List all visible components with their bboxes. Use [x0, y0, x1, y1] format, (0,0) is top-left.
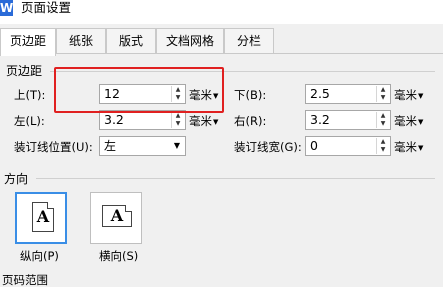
spin-down-icon[interactable]: ▼ [377, 94, 389, 102]
landscape-page-icon: A [102, 205, 132, 227]
gutter-width-spinner[interactable]: 0 ▲ ▼ [305, 136, 391, 156]
portrait-page-glyph: A [36, 207, 50, 226]
bottom-margin-spinner[interactable]: 2.5 ▲ ▼ [305, 84, 391, 104]
tab-columns[interactable]: 分栏 [224, 28, 274, 53]
spin-up-icon[interactable]: ▲ [377, 86, 389, 94]
unit-caret-icon: ▼ [213, 117, 219, 126]
gutter-width-value[interactable]: 0 [310, 137, 318, 155]
gutter-width-arrows: ▲ ▼ [376, 138, 389, 154]
title-bar: W 页面设置 [0, 0, 443, 24]
right-margin-spinner[interactable]: 3.2 ▲ ▼ [305, 110, 391, 130]
spin-down-icon[interactable]: ▼ [172, 120, 184, 128]
right-margin-label: 右(R): [234, 114, 267, 128]
bottom-margin-label: 下(B): [234, 88, 267, 102]
spin-up-icon[interactable]: ▲ [172, 112, 184, 120]
tab-document-grid[interactable]: 文档网格 [156, 28, 224, 53]
highlight-annotation [54, 67, 224, 113]
tab-margins[interactable]: 页边距 [0, 28, 56, 56]
unit-caret-icon: ▼ [418, 117, 424, 126]
gutter-position-label: 装订线位置(U): [14, 140, 93, 154]
landscape-label: 横向(S) [99, 249, 139, 263]
left-margin-spinner[interactable]: 3.2 ▲ ▼ [99, 110, 186, 130]
portrait-label: 纵向(P) [20, 249, 59, 263]
left-margin-value[interactable]: 3.2 [104, 111, 124, 129]
right-margin-unit-dropdown[interactable]: 毫米▼ [394, 113, 423, 129]
left-margin-unit: 毫米 [189, 114, 212, 128]
left-margin-label: 左(L): [14, 114, 45, 128]
bottom-margin-unit-dropdown[interactable]: 毫米▼ [394, 87, 423, 103]
spin-up-icon[interactable]: ▲ [377, 112, 389, 120]
bottom-margin-arrows: ▲ ▼ [376, 86, 389, 102]
spin-down-icon[interactable]: ▼ [377, 120, 389, 128]
gutter-width-unit-dropdown[interactable]: 毫米▼ [394, 139, 423, 155]
right-margin-arrows: ▲ ▼ [376, 112, 389, 128]
chevron-down-icon: ▼ [173, 141, 180, 150]
unit-caret-icon: ▼ [418, 143, 424, 152]
portrait-page-icon: A [32, 202, 54, 232]
bottom-margin-value[interactable]: 2.5 [310, 85, 330, 103]
gutter-width-label: 装订线宽(G): [234, 140, 302, 154]
right-margin-unit: 毫米 [394, 114, 417, 128]
spin-down-icon[interactable]: ▼ [377, 146, 389, 154]
left-margin-arrows: ▲ ▼ [171, 112, 184, 128]
unit-caret-icon: ▼ [418, 91, 424, 100]
orientation-section-title: 方向 [4, 172, 29, 186]
gutter-position-value: 左 [104, 139, 117, 153]
landscape-page-glyph: A [110, 206, 124, 225]
bottom-margin-unit: 毫米 [394, 88, 417, 102]
top-margin-label: 上(T): [14, 88, 46, 102]
orientation-divider [36, 178, 435, 179]
left-margin-unit-dropdown[interactable]: 毫米▼ [189, 113, 218, 129]
gutter-position-select[interactable]: 左 ▼ [99, 136, 186, 156]
gutter-width-unit: 毫米 [394, 140, 417, 154]
landscape-button[interactable]: A [90, 192, 142, 244]
portrait-button[interactable]: A [15, 192, 67, 244]
tab-paper[interactable]: 纸张 [56, 28, 106, 53]
wps-app-icon: W [0, 0, 14, 16]
tab-underline [56, 53, 443, 54]
spin-up-icon[interactable]: ▲ [377, 138, 389, 146]
tab-bar: 页边距 纸张 版式 文档网格 分栏 [0, 28, 443, 56]
dialog-title: 页面设置 [21, 0, 72, 15]
tab-layout[interactable]: 版式 [106, 28, 156, 53]
right-margin-value[interactable]: 3.2 [310, 111, 330, 129]
page-range-section-title: 页码范围 [2, 273, 48, 287]
margins-section-title: 页边距 [6, 64, 43, 78]
